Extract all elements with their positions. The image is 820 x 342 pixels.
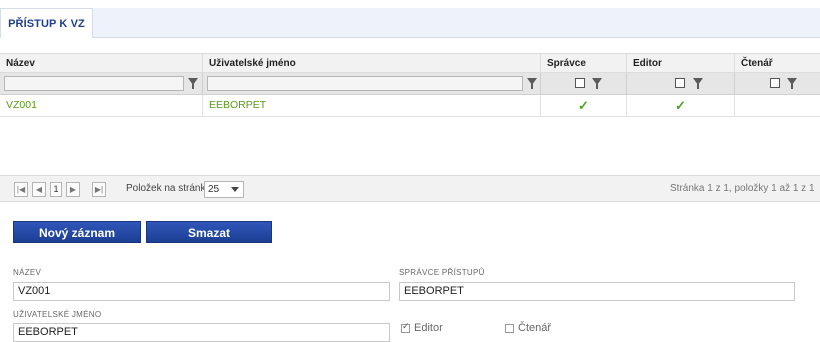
column-header-ctenar[interactable]: Čtenář — [735, 54, 820, 73]
per-page-label: Položek na stránku — [126, 183, 212, 194]
per-page-select[interactable]: 25 — [204, 181, 244, 198]
cell-ctenar — [735, 95, 820, 116]
grid-filter-row — [0, 73, 820, 95]
delete-button[interactable]: Smazat — [146, 221, 272, 243]
tab-label: PŘÍSTUP K VZ — [8, 17, 85, 30]
tab-strip: PŘÍSTUP K VZ — [0, 8, 820, 38]
first-page-button[interactable]: |◀ — [14, 182, 28, 197]
per-page-value: 25 — [208, 184, 220, 195]
filter-funnel-icon[interactable] — [787, 78, 797, 89]
last-page-button[interactable]: ▶| — [92, 182, 106, 197]
grid-header: Název Uživatelské jméno Správce přístupů… — [0, 53, 820, 88]
ctenar-checkbox[interactable]: Čtenář — [505, 322, 551, 334]
filter-input-nazev[interactable] — [4, 76, 184, 91]
cell-nazev: VZ001 — [0, 95, 203, 116]
filter-funnel-icon[interactable] — [693, 78, 703, 89]
editor-label: Editor — [414, 322, 443, 334]
nazev-field[interactable]: VZ001 — [13, 282, 390, 301]
access-grid: Název Uživatelské jméno Správce přístupů… — [0, 53, 820, 117]
column-header-spravce-pristupu[interactable]: Správce přístupů — [541, 54, 627, 88]
filter-funnel-icon[interactable] — [188, 78, 198, 89]
checkbox-checked-icon — [401, 321, 410, 333]
nazev-label: NÁZEV — [13, 268, 42, 277]
check-icon: ✓ — [627, 95, 735, 116]
pager: |◀ ◀ 1 ▶ ▶| Položek na stránku 25 Stránk… — [0, 175, 820, 202]
current-page[interactable]: 1 — [50, 182, 62, 197]
filter-checkbox-editor[interactable] — [675, 78, 685, 88]
table-row[interactable]: VZ001 EEBORPET ✓ ✓ — [0, 95, 820, 117]
filter-cell-uzivatel — [203, 73, 541, 94]
spravce-field[interactable]: EEBORPET — [399, 282, 795, 301]
filter-cell-nazev — [0, 73, 203, 94]
pager-info: Stránka 1 z 1, položky 1 až 1 z 1 — [670, 183, 815, 194]
filter-input-uzivatel[interactable] — [207, 76, 523, 91]
uzivatel-label: UŽIVATELSKÉ JMÉNO — [13, 310, 102, 319]
prev-page-button[interactable]: ◀ — [32, 182, 46, 197]
checkbox-icon — [505, 323, 514, 333]
column-header-nazev[interactable]: Název — [0, 54, 203, 73]
filter-checkbox-spravce[interactable] — [575, 78, 585, 88]
filter-cell-editor — [627, 73, 735, 94]
filter-cell-ctenar — [735, 73, 820, 94]
new-record-button[interactable]: Nový záznam — [13, 221, 141, 243]
filter-checkbox-ctenar[interactable] — [770, 78, 780, 88]
ctenar-label: Čtenář — [518, 322, 552, 334]
editor-checkbox[interactable]: Editor — [401, 321, 443, 334]
filter-cell-spravce — [541, 73, 627, 94]
spravce-label: SPRÁVCE PŘÍSTUPŮ — [399, 268, 485, 277]
filter-funnel-icon[interactable] — [527, 78, 537, 89]
tab-pristup-k-vz[interactable]: PŘÍSTUP K VZ — [0, 8, 93, 38]
column-header-uzivatelske-jmeno[interactable]: Uživatelské jméno — [203, 54, 541, 73]
filter-funnel-icon[interactable] — [592, 78, 602, 89]
column-header-editor[interactable]: Editor — [627, 54, 735, 73]
chevron-down-icon — [231, 187, 239, 192]
check-icon: ✓ — [541, 95, 627, 116]
next-page-button[interactable]: ▶ — [66, 182, 80, 197]
cell-uzivatel: EEBORPET — [203, 95, 541, 116]
uzivatel-field[interactable]: EEBORPET — [13, 323, 390, 342]
